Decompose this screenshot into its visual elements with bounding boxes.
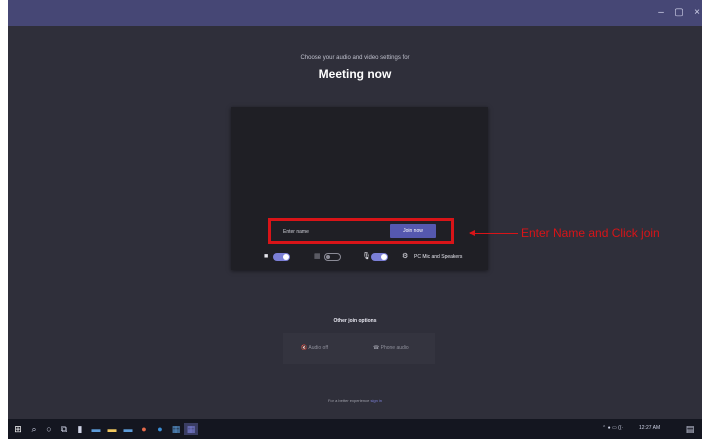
file-explorer-icon[interactable]: ▬ [106, 423, 118, 435]
background-blur-icon: ▦ [314, 253, 321, 260]
annotation-arrow [469, 230, 518, 236]
toggle-knob [381, 254, 387, 260]
other-join-options-title: Other join options [333, 318, 377, 324]
audio-device-label: PC Mic and Speakers [414, 254, 463, 260]
notifications-icon[interactable]: ▤ [684, 423, 696, 435]
join-highlight-box: Join now [268, 218, 454, 244]
meeting-title: Meeting now [318, 67, 392, 81]
toggle-knob [283, 254, 289, 260]
task-view-icon[interactable]: ⧉ [58, 423, 70, 435]
teams-window: – ▢ × Choose your audio and video settin… [8, 0, 702, 419]
cortana-icon[interactable]: ○ [43, 423, 55, 435]
audio-off-icon: 🔇 [301, 345, 308, 351]
system-tray-icons[interactable]: ⌃ ● ▭ ((· [602, 425, 623, 431]
settings-icon: ⚙ [402, 253, 409, 260]
close-icon[interactable]: × [690, 6, 702, 20]
camera-toggle[interactable] [273, 253, 290, 261]
edge-icon[interactable]: ● [154, 423, 166, 435]
store-icon[interactable]: ▮ [74, 423, 86, 435]
heading-subtitle: Choose your audio and video settings for [300, 55, 410, 61]
audio-off-option[interactable]: 🔇 Audio off [301, 333, 328, 364]
search-icon[interactable]: ⌕ [28, 423, 40, 435]
phone-audio-option[interactable]: ☎ Phone audio [373, 333, 409, 364]
microphone-toggle[interactable] [371, 253, 388, 261]
camera-icon: ■ [264, 253, 269, 260]
sign-in-note: For a better experience sign in [327, 398, 383, 403]
annotation-text: Enter Name and Click join [521, 226, 660, 240]
app-icon[interactable]: ▬ [122, 423, 134, 435]
name-input[interactable] [283, 227, 387, 236]
clock[interactable]: 12:27 AM [639, 425, 660, 431]
blur-toggle[interactable] [324, 253, 341, 261]
other-join-options: 🔇 Audio off ☎ Phone audio [283, 333, 435, 364]
toggle-knob [326, 255, 330, 259]
minimize-icon[interactable]: – [654, 6, 668, 20]
title-bar: – ▢ × [8, 0, 702, 26]
device-controls: ■ ▦ 🎙 ⚙ PC Mic and Speakers [264, 250, 474, 264]
app-icon[interactable]: ▦ [170, 423, 182, 435]
join-now-button[interactable]: Join now [390, 224, 436, 238]
windows-start-icon[interactable]: ⊞ [12, 423, 24, 435]
sign-in-link[interactable]: sign in [370, 398, 382, 403]
microphone-icon: 🎙 [362, 253, 371, 260]
maximize-icon[interactable]: ▢ [672, 6, 686, 20]
windows-taskbar: ⊞ ⌕ ○ ⧉ ▮ ▬ ▬ ▬ ● ● ▦ ▦ ⌃ ● ▭ ((· 12:27 … [8, 419, 702, 439]
teams-icon[interactable]: ▦ [184, 423, 198, 435]
chrome-icon[interactable]: ● [138, 423, 150, 435]
video-preview: Join now ■ ▦ 🎙 ⚙ PC Mic and Speakers [231, 107, 488, 270]
app-icon[interactable]: ▬ [90, 423, 102, 435]
phone-icon: ☎ [373, 345, 380, 351]
